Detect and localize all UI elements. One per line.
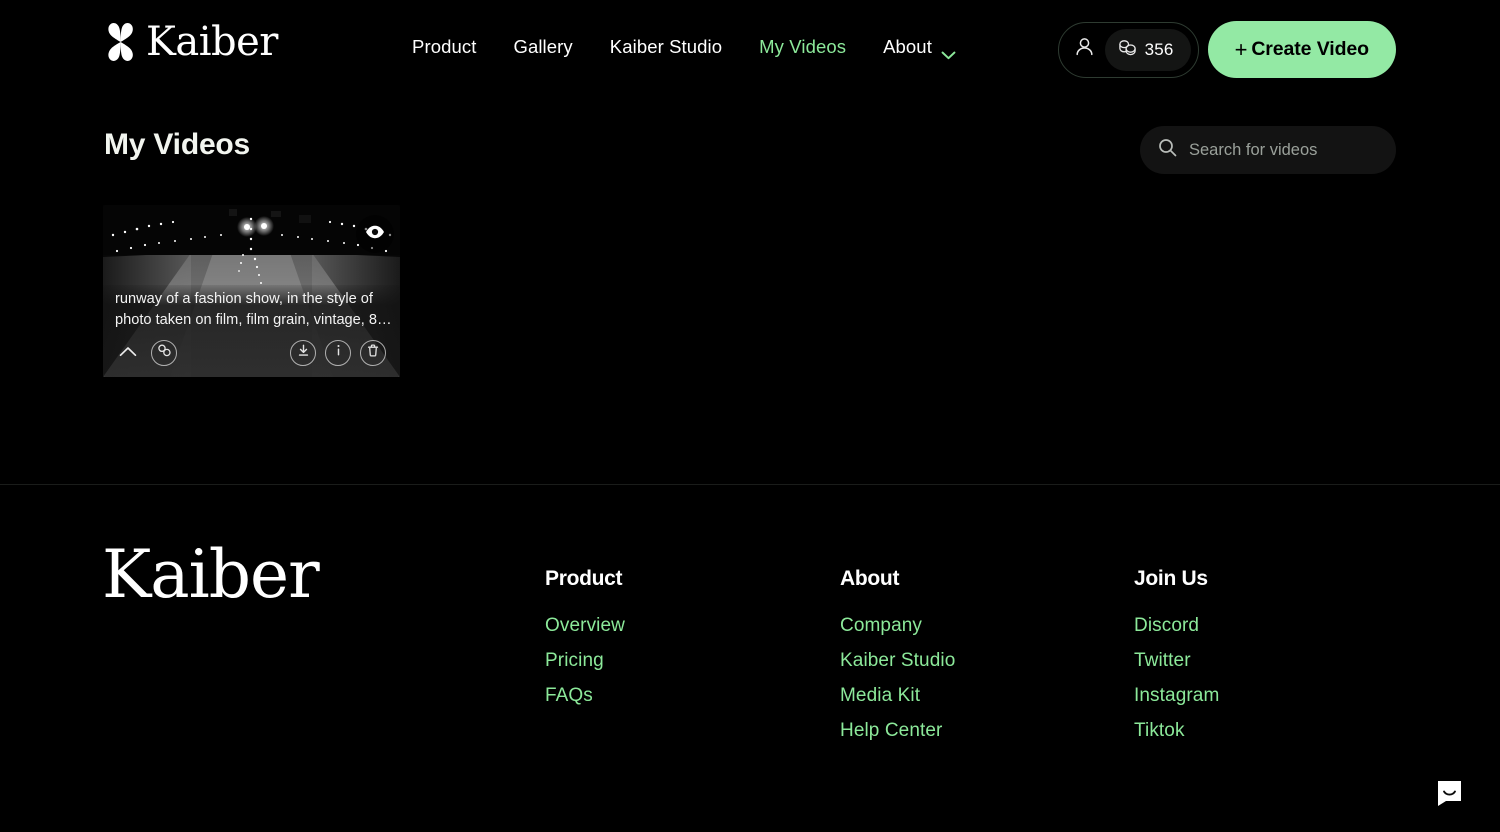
nav-label: Gallery: [513, 36, 573, 57]
footer-link-company[interactable]: Company: [840, 615, 955, 637]
search-videos-box[interactable]: Search for videos: [1140, 126, 1396, 174]
download-video-button[interactable]: [290, 340, 316, 366]
footer-column-join-us: Join Us Discord Twitter Instagram Tiktok: [1134, 567, 1219, 755]
footer-heading: Join Us: [1134, 567, 1208, 590]
plus-icon: +: [1234, 36, 1248, 62]
footer-link-overview[interactable]: Overview: [545, 615, 625, 637]
credits-chip[interactable]: 356: [1104, 28, 1191, 71]
user-icon: [1074, 36, 1095, 63]
nav-item-my-videos[interactable]: My Videos: [759, 36, 846, 58]
footer-link-twitter[interactable]: Twitter: [1134, 650, 1219, 672]
brand-name: Kaiber: [146, 19, 278, 65]
preview-video-button[interactable]: [356, 215, 394, 253]
footer-wordmark: Kaiber: [102, 536, 320, 613]
download-icon: [296, 343, 311, 363]
footer-link-help-center[interactable]: Help Center: [840, 720, 955, 742]
nav-label: About: [883, 36, 932, 57]
nav-item-about[interactable]: About: [883, 36, 956, 59]
chat-widget-button[interactable]: [1434, 777, 1465, 808]
page-root: Kaiber Product Gallery Kaiber Studio My …: [0, 0, 1500, 832]
create-video-button[interactable]: + Create Video: [1207, 21, 1396, 78]
nav-item-kaiber-studio[interactable]: Kaiber Studio: [610, 36, 722, 58]
footer-column-about: About Company Kaiber Studio Media Kit He…: [840, 567, 955, 755]
credits-count: 356: [1144, 39, 1174, 59]
footer-link-tiktok[interactable]: Tiktok: [1134, 720, 1219, 742]
nav-label: Product: [412, 36, 477, 57]
video-info-button[interactable]: [325, 340, 351, 366]
page-title: My Videos: [104, 128, 251, 161]
main-nav: Product Gallery Kaiber Studio My Videos …: [412, 36, 993, 59]
footer-link-kaiber-studio[interactable]: Kaiber Studio: [840, 650, 955, 672]
nav-item-gallery[interactable]: Gallery: [513, 36, 572, 58]
kaiber-k-mark-icon: [102, 22, 140, 62]
footer-heading: Product: [545, 567, 623, 590]
nav-label: My Videos: [759, 36, 847, 57]
video-card[interactable]: runway of a fashion show, in the style o…: [103, 205, 400, 377]
footer-link-media-kit[interactable]: Media Kit: [840, 685, 955, 707]
search-input[interactable]: Search for videos: [1189, 141, 1317, 160]
video-card-actions: [103, 336, 400, 370]
chevron-down-icon: [941, 43, 956, 59]
collapse-card-button[interactable]: [117, 342, 139, 364]
footer-heading: About: [840, 567, 900, 590]
site-footer: Kaiber Product Overview Pricing FAQs Abo…: [0, 485, 1500, 832]
trash-icon: [366, 343, 380, 363]
chevron-up-icon: [119, 344, 137, 362]
delete-video-button[interactable]: [360, 340, 386, 366]
info-icon: [333, 343, 344, 363]
footer-link-instagram[interactable]: Instagram: [1134, 685, 1219, 707]
copy-icon: [157, 343, 172, 363]
coins-icon: [1118, 39, 1137, 61]
account-pill[interactable]: 356: [1057, 21, 1199, 78]
footer-link-faqs[interactable]: FAQs: [545, 685, 625, 707]
site-header: Kaiber Product Gallery Kaiber Studio My …: [0, 0, 1500, 98]
footer-link-discord[interactable]: Discord: [1134, 615, 1219, 637]
video-caption: runway of a fashion show, in the style o…: [115, 291, 392, 328]
chat-bubble-icon: [1434, 781, 1465, 812]
nav-item-product[interactable]: Product: [412, 36, 476, 58]
duplicate-video-button[interactable]: [151, 340, 177, 366]
create-video-label: Create Video: [1251, 38, 1369, 60]
eye-icon: [365, 225, 385, 244]
nav-label: Kaiber Studio: [609, 36, 723, 57]
search-icon: [1158, 138, 1177, 162]
header-actions: 356 + Create Video: [1057, 21, 1396, 78]
footer-column-product: Product Overview Pricing FAQs: [545, 567, 625, 720]
brand-logo[interactable]: Kaiber: [102, 22, 278, 62]
footer-link-pricing[interactable]: Pricing: [545, 650, 625, 672]
main-content: My Videos Search for videos runway of a …: [0, 98, 1500, 484]
